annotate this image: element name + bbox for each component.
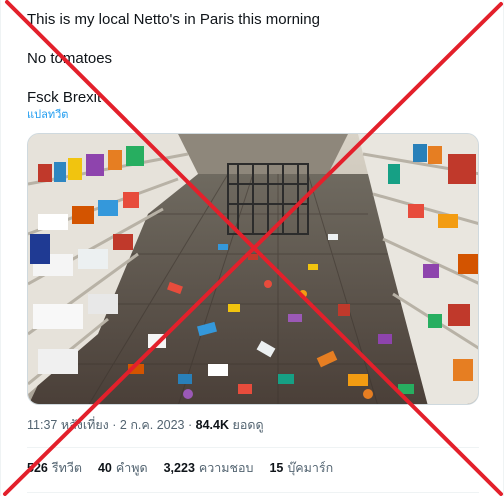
translate-tweet-link[interactable]: แปลทวีต — [27, 108, 68, 122]
tweet-text-line-3: Fsck Brexit — [27, 89, 102, 106]
quotes-label: คำพูด — [115, 461, 148, 475]
likes-stat[interactable]: 3,223 ความชอบ — [164, 460, 254, 476]
quotes-stat[interactable]: 40 คำพูด — [98, 460, 148, 476]
tweet-stats: 526 รีทวีต 40 คำพูด 3,223 ความชอบ 15 บุ๊คมาร… — [27, 460, 333, 476]
likes-label: ความชอบ — [198, 461, 254, 475]
tweet-text-line-2: No tomatoes — [27, 50, 113, 67]
meta-separator: · — [188, 418, 193, 432]
likes-count: 3,223 — [163, 461, 195, 475]
quotes-count: 40 — [97, 461, 112, 475]
tweet-text-line-1: This is my local Netto's in Paris this m… — [27, 11, 320, 28]
meta-separator: · — [112, 418, 117, 432]
views-label: ยอดดู — [232, 418, 264, 432]
bookmarks-count: 15 — [269, 461, 284, 475]
tweet-detail: This is my local Netto's in Paris this m… — [0, 0, 504, 496]
tweet-photo[interactable] — [27, 133, 479, 405]
tweet-date[interactable]: 2 ก.ค. 2023 — [120, 418, 185, 432]
retweets-label: รีทวีต — [51, 461, 82, 475]
divider — [27, 492, 479, 493]
retweets-stat[interactable]: 526 รีทวีต — [27, 460, 82, 476]
tweet-time[interactable]: 11:37 หลังเที่ยง — [27, 418, 109, 432]
store-aisle-photo — [28, 134, 478, 404]
tweet-metadata: 11:37 หลังเที่ยง · 2 ก.ค. 2023 · 84.4K ย… — [27, 417, 264, 433]
retweets-count: 526 — [27, 461, 48, 475]
bookmarks-label: บุ๊คมาร์ก — [287, 461, 334, 475]
bookmarks-stat[interactable]: 15 บุ๊คมาร์ก — [269, 460, 333, 476]
views-count: 84.4K — [195, 418, 230, 432]
divider — [27, 447, 479, 448]
